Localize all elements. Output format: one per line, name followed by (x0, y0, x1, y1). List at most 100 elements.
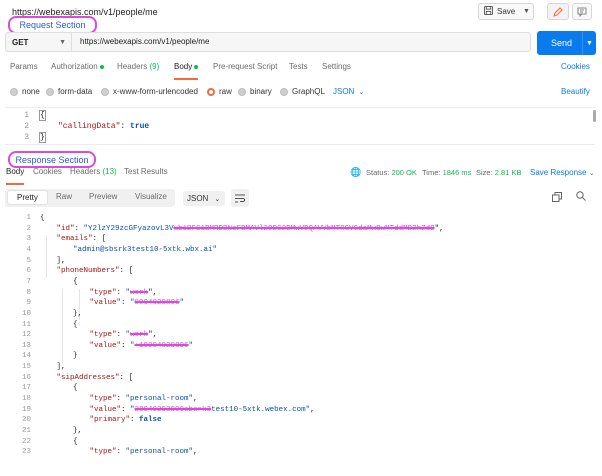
radio-none-label: none (22, 87, 40, 96)
code-token: "phoneNumbers" (56, 267, 120, 276)
send-button-label: Send (550, 38, 573, 48)
code-token: "value" (89, 405, 122, 414)
code-value: true (130, 122, 150, 131)
redacted-value: work (130, 288, 149, 297)
url-input[interactable]: https://webexapis.com/v1/people/me (80, 37, 209, 46)
mode-raw[interactable]: Raw (56, 192, 72, 201)
line-number: 5 (26, 256, 31, 265)
tab-test-results[interactable]: Test Results (124, 167, 168, 185)
radio-form-data-label: form-data (58, 87, 93, 96)
globe-icon[interactable]: 🌐 (350, 167, 361, 178)
response-body-viewer[interactable]: 1{2 "id": "Y2lzY29zcGFyazovL3Vub1BFS1BMRD… (0, 214, 602, 476)
mode-preview[interactable]: Preview (89, 192, 117, 201)
tab-response-body[interactable]: Body (6, 167, 25, 185)
code-token: "id" (56, 224, 75, 233)
code-token: }, (73, 427, 83, 435)
radio-form-data[interactable]: form-data (46, 87, 92, 96)
chevron-down-icon: ▼ (59, 38, 66, 46)
method-select[interactable]: GET ▼ (5, 32, 72, 52)
redacted-value: ub1BFS1BMRDBNaFBMAVl2ODG2DMwVDQAVVbMTRGV… (173, 224, 435, 233)
code-text: }, (73, 310, 82, 318)
tab-response-headers-label: Headers (70, 167, 101, 176)
mode-visualize[interactable]: Visualize (135, 192, 167, 201)
code-token: ", (148, 331, 158, 340)
tab-headers-label: Headers (117, 62, 148, 71)
redacted-value: 8004029806 (134, 299, 180, 308)
beautify-link[interactable]: Beautify (561, 87, 590, 96)
code-text: "type": "work", (90, 331, 158, 339)
tab-body[interactable]: Body (174, 62, 199, 80)
wrap-lines-icon[interactable] (231, 189, 249, 207)
tab-prerequest-script[interactable]: Pre-request Script (213, 62, 277, 80)
code-line: 2 "id": "Y2lzY29zcGFyazovL3Vub1BFS1BMRDBN… (0, 225, 602, 236)
save-icon (484, 6, 493, 17)
tab-params[interactable]: Params (10, 62, 38, 80)
tab-headers[interactable]: Headers (9) (117, 62, 159, 80)
code-line: 8 "type": "work", (0, 289, 602, 300)
line-number: 3 (24, 133, 29, 142)
code-line: } (39, 132, 46, 143)
status-value: 200 OK (391, 168, 417, 177)
tab-response-headers[interactable]: Headers (13) (70, 167, 117, 185)
chevron-down-icon: ⌄ (214, 195, 221, 203)
code-token: : [ (92, 235, 107, 244)
copy-icon[interactable] (552, 192, 562, 205)
line-number: 21 (21, 427, 31, 435)
radio-urlencoded[interactable]: x-www-form-urlencoded (101, 87, 198, 96)
status-label: Status: (366, 168, 390, 177)
radio-raw[interactable]: raw (207, 87, 232, 96)
save-dropdown-chevron-icon[interactable]: ▼ (520, 3, 534, 20)
search-icon[interactable] (576, 191, 586, 204)
code-token: : (116, 331, 126, 340)
code-token: "personal-room" (125, 395, 194, 404)
send-dropdown-chevron-icon[interactable]: ▼ (582, 31, 596, 55)
code-token: { (73, 384, 78, 393)
status-info: Status: 200 OK (366, 168, 417, 177)
line-number: 8 (26, 288, 31, 297)
tab-authorization[interactable]: Authorization (51, 62, 104, 80)
line-number: 3 (26, 235, 31, 244)
editor-scrollbar[interactable] (593, 110, 596, 122)
radio-selected-icon (207, 87, 215, 96)
cookies-link[interactable]: Cookies (561, 62, 590, 80)
tab-tests[interactable]: Tests (289, 62, 308, 80)
time-value: 1846 ms (442, 168, 472, 177)
send-button[interactable]: Send ▼ (537, 31, 596, 55)
tab-response-cookies[interactable]: Cookies (33, 167, 62, 185)
code-line: 3 "emails": [ (0, 235, 602, 246)
save-response-button[interactable]: Save Response ⌄ (530, 168, 595, 177)
code-text: "sipAddresses": [ (57, 374, 134, 382)
code-token: "emails" (56, 235, 93, 244)
comment-icon[interactable] (572, 3, 592, 20)
code-line: 1{ (0, 214, 602, 225)
code-line: 11 { (0, 321, 602, 332)
method-label: GET (12, 37, 29, 47)
body-format-select[interactable]: JSON ⌄ (333, 87, 364, 96)
code-token: : (116, 288, 126, 297)
radio-graphql-label: GraphQL (292, 87, 325, 96)
radio-none[interactable]: none (10, 87, 40, 96)
code-line: 14} (0, 352, 602, 363)
radio-circle-icon (280, 87, 288, 96)
save-button[interactable]: Save (478, 3, 524, 20)
line-number: 4 (26, 245, 31, 254)
tab-response-headers-count: (13) (102, 167, 117, 176)
radio-binary[interactable]: binary (238, 87, 272, 96)
mode-pretty[interactable]: Pretty (7, 190, 48, 205)
line-number: 2 (24, 122, 29, 131)
code-line: 12 "type": "work", (0, 331, 602, 342)
response-format-select[interactable]: JSON ⌄ (183, 191, 225, 206)
line-number: 1 (24, 111, 29, 120)
radio-graphql[interactable]: GraphQL (280, 87, 325, 96)
code-token: "primary" (89, 416, 131, 425)
line-number: 10 (21, 309, 31, 318)
edit-pencil-icon[interactable] (547, 3, 569, 20)
tab-headers-count: (9) (149, 62, 160, 71)
tab-settings[interactable]: Settings (322, 62, 351, 80)
code-token: ], (56, 363, 66, 372)
status-dot-icon (99, 64, 104, 69)
code-token: "type" (89, 288, 117, 297)
radio-raw-label: raw (219, 87, 232, 96)
code-token: "type" (89, 448, 117, 457)
code-text: "admin@sbsrk3test10-5xtk.wbx.ai" (73, 246, 217, 254)
